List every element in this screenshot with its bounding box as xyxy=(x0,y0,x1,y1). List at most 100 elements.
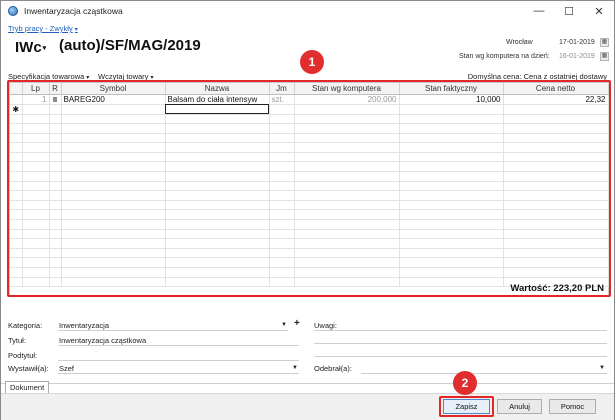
empty-cell[interactable] xyxy=(22,257,50,268)
tab-document[interactable]: Dokument xyxy=(5,381,50,393)
empty-cell[interactable] xyxy=(269,238,295,249)
empty-cell[interactable] xyxy=(49,248,62,259)
empty-cell[interactable] xyxy=(294,267,400,278)
empty-cell[interactable] xyxy=(61,277,166,288)
notes-line[interactable] xyxy=(314,330,607,331)
empty-cell[interactable] xyxy=(269,133,295,144)
empty-cell[interactable] xyxy=(49,219,62,230)
empty-cell[interactable] xyxy=(49,123,62,134)
spec-menu[interactable]: Specyfikacja towarowa ▾ xyxy=(8,72,89,81)
empty-cell[interactable] xyxy=(294,257,400,268)
empty-cell[interactable] xyxy=(269,200,295,211)
empty-row[interactable] xyxy=(10,267,609,278)
empty-cell[interactable] xyxy=(165,114,270,125)
empty-cell[interactable] xyxy=(294,171,400,182)
empty-cell[interactable] xyxy=(49,257,62,268)
empty-cell[interactable] xyxy=(399,248,504,259)
empty-cell[interactable] xyxy=(294,133,400,144)
empty-cell[interactable] xyxy=(165,257,270,268)
empty-cell[interactable] xyxy=(22,248,50,259)
cell-name[interactable]: Balsam do ciała intensyw xyxy=(165,94,270,105)
calendar-icon[interactable]: ▦ xyxy=(600,38,609,47)
empty-cell[interactable] xyxy=(22,133,50,144)
items-grid[interactable]: Lp R Symbol Nazwa Jm Stan wg komputera S… xyxy=(9,82,609,296)
empty-cell[interactable] xyxy=(294,277,400,288)
column-header-symbol[interactable]: Symbol xyxy=(61,83,166,95)
empty-row[interactable] xyxy=(10,161,609,173)
empty-cell[interactable] xyxy=(49,267,62,278)
load-goods-menu[interactable]: Wczytaj towary ▾ xyxy=(98,72,153,81)
empty-cell[interactable] xyxy=(269,114,295,125)
empty-row[interactable] xyxy=(10,133,609,144)
empty-cell[interactable] xyxy=(399,104,504,115)
empty-cell[interactable] xyxy=(49,104,62,115)
empty-cell[interactable] xyxy=(22,238,50,249)
column-header-net-price[interactable]: Cena netto xyxy=(503,83,609,95)
dropdown-arrow-icon[interactable]: ▼ xyxy=(599,365,605,371)
empty-cell[interactable] xyxy=(22,190,50,201)
dropdown-arrow-icon[interactable]: ▼ xyxy=(292,365,298,371)
document-type-selector[interactable]: IWc▾ xyxy=(15,39,46,56)
empty-cell[interactable] xyxy=(294,219,400,230)
empty-cell[interactable] xyxy=(399,114,504,125)
empty-cell[interactable] xyxy=(22,267,50,278)
empty-cell[interactable] xyxy=(269,219,295,230)
empty-cell[interactable] xyxy=(269,152,295,163)
work-mode-link[interactable]: Tryb pracy - Zwykły ▾ xyxy=(8,24,78,33)
close-button[interactable]: ✕ xyxy=(584,1,614,21)
empty-cell[interactable] xyxy=(294,114,400,125)
empty-cell[interactable] xyxy=(165,142,270,153)
empty-cell[interactable] xyxy=(49,152,62,163)
empty-cell[interactable] xyxy=(61,114,166,125)
empty-cell[interactable] xyxy=(165,229,270,240)
help-button[interactable]: Pomoc xyxy=(549,399,596,414)
empty-cell[interactable] xyxy=(22,229,50,240)
empty-cell[interactable] xyxy=(399,200,504,211)
add-category-button[interactable]: + xyxy=(294,318,300,329)
empty-cell[interactable] xyxy=(399,133,504,144)
empty-cell[interactable] xyxy=(49,190,62,201)
empty-row[interactable] xyxy=(10,190,609,201)
empty-cell[interactable] xyxy=(165,133,270,144)
empty-cell[interactable] xyxy=(294,123,400,134)
empty-cell[interactable] xyxy=(61,123,166,134)
empty-cell[interactable] xyxy=(503,142,609,153)
empty-cell[interactable] xyxy=(269,209,295,221)
empty-cell[interactable] xyxy=(22,181,50,192)
empty-cell[interactable] xyxy=(22,142,50,153)
empty-cell[interactable] xyxy=(61,161,166,173)
empty-cell[interactable] xyxy=(165,277,270,288)
empty-cell[interactable] xyxy=(503,219,609,230)
dropdown-arrow-icon[interactable]: ▼ xyxy=(281,322,287,328)
empty-cell[interactable] xyxy=(22,152,50,163)
empty-cell[interactable] xyxy=(22,200,50,211)
default-price-link[interactable]: Domyślna cena: Cena z ostatniej dostawy xyxy=(468,72,607,81)
empty-cell[interactable] xyxy=(22,209,50,221)
empty-row[interactable] xyxy=(10,123,609,134)
empty-cell[interactable] xyxy=(294,161,400,173)
empty-cell[interactable] xyxy=(22,171,50,182)
empty-cell[interactable] xyxy=(49,209,62,221)
empty-cell[interactable] xyxy=(399,238,504,249)
empty-cell[interactable] xyxy=(165,152,270,163)
empty-cell[interactable] xyxy=(294,142,400,153)
cell-unit[interactable]: szt. xyxy=(269,94,295,105)
empty-cell[interactable] xyxy=(503,123,609,134)
notes-line[interactable] xyxy=(314,356,607,357)
empty-cell[interactable] xyxy=(49,229,62,240)
empty-cell[interactable] xyxy=(165,200,270,211)
notes-line[interactable] xyxy=(314,343,607,344)
empty-cell[interactable] xyxy=(61,152,166,163)
empty-cell[interactable] xyxy=(503,200,609,211)
empty-cell[interactable] xyxy=(269,171,295,182)
empty-row[interactable] xyxy=(10,238,609,249)
stock-date[interactable]: 16-01-2019 xyxy=(559,53,595,60)
new-row[interactable]: ✱ xyxy=(10,104,609,115)
empty-row[interactable] xyxy=(10,219,609,230)
cell-symbol[interactable]: BAREG200 xyxy=(61,94,166,105)
empty-cell[interactable] xyxy=(49,277,62,288)
column-header-computer-stock[interactable]: Stan wg komputera xyxy=(294,83,400,95)
empty-cell[interactable] xyxy=(503,161,609,173)
empty-cell[interactable] xyxy=(503,238,609,249)
empty-cell[interactable] xyxy=(269,123,295,134)
